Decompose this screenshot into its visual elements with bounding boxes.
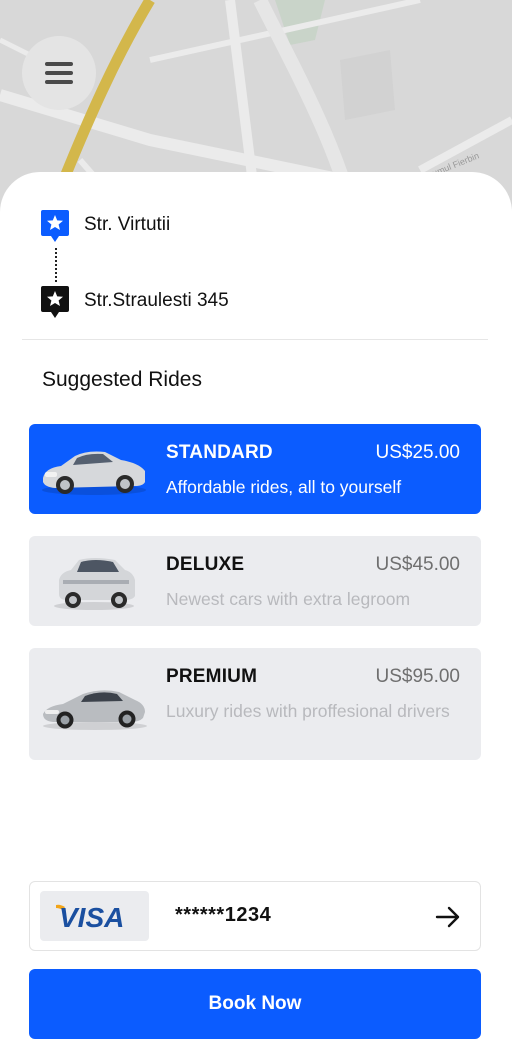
ride-option-premium[interactable]: PREMIUM US$95.00 Luxury rides with proff…	[29, 648, 481, 760]
book-now-button[interactable]: Book Now	[29, 969, 481, 1039]
visa-brand-text: VISA	[59, 902, 124, 933]
hamburger-menu-icon	[45, 62, 73, 84]
menu-button[interactable]	[22, 36, 96, 110]
payment-method[interactable]: VISA ******1234	[29, 881, 481, 951]
ride-price: US$95.00	[375, 666, 460, 687]
dropoff-address[interactable]: Str.Straulesti 345	[84, 290, 229, 312]
ride-description: Newest cars with extra legroom	[166, 589, 411, 609]
location-pin-star-icon	[41, 210, 69, 242]
visa-logo: VISA	[40, 891, 149, 941]
ride-name: STANDARD	[166, 442, 273, 463]
section-title: Suggested Rides	[42, 368, 202, 391]
location-pin-star-icon	[41, 286, 69, 318]
arrow-right-icon[interactable]	[434, 903, 462, 931]
suv-car-icon	[54, 558, 135, 610]
sedan-car-icon	[42, 451, 146, 495]
route-connector	[55, 248, 57, 282]
ride-description: Affordable rides, all to yourself	[166, 477, 402, 497]
ride-name: PREMIUM	[166, 666, 258, 687]
route-summary: Str. Virtutii Str.Straulesti 345	[40, 208, 480, 324]
ride-sheet: Str. Virtutii Str.Straulesti 345 Suggest…	[0, 172, 512, 1063]
ride-name: DELUXE	[166, 554, 245, 575]
pickup-address[interactable]: Str. Virtutii	[84, 214, 170, 236]
card-number: ******1234	[175, 904, 272, 926]
divider	[22, 339, 488, 340]
ride-option-deluxe[interactable]: DELUXE US$45.00 Newest cars with extra l…	[29, 536, 481, 626]
ride-option-standard[interactable]: STANDARD US$25.00 Affordable rides, all …	[29, 424, 481, 514]
ride-description: Luxury rides with proffesional drivers	[166, 701, 450, 721]
ride-price: US$45.00	[375, 554, 460, 575]
visa-brand-icon: VISA	[56, 902, 124, 933]
ride-price: US$25.00	[375, 442, 460, 463]
sports-car-icon	[43, 690, 147, 730]
